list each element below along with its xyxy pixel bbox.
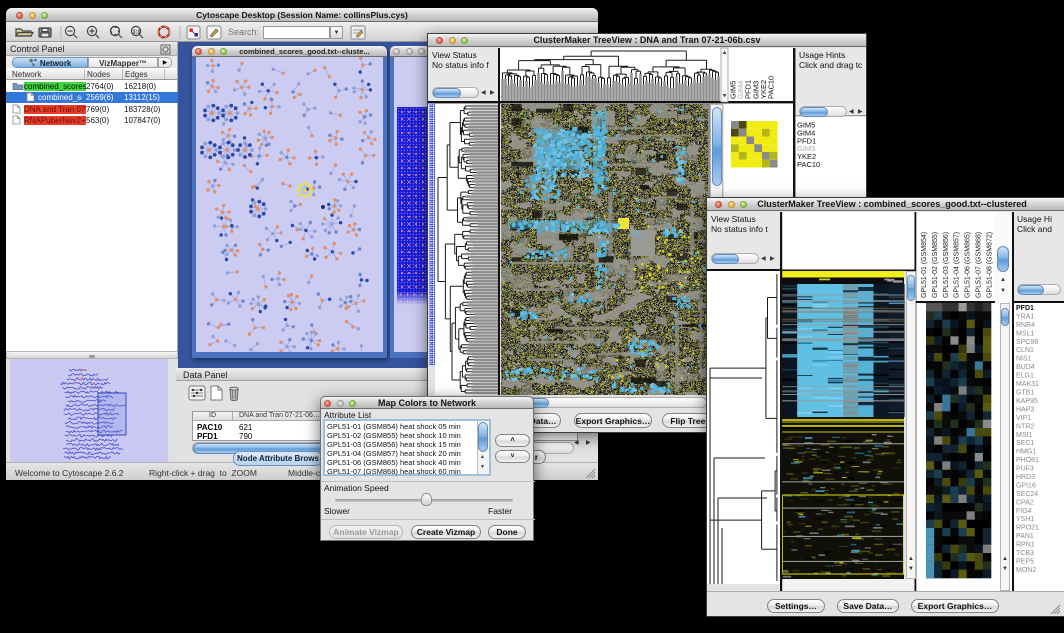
svg-text:GPL51-08 (GSM872): GPL51-08 (GSM872) [986, 232, 993, 298]
svg-text:YSH1: YSH1 [1016, 516, 1034, 523]
svg-text:SPC98: SPC98 [1016, 339, 1038, 346]
svg-text:PEP5: PEP5 [1016, 559, 1034, 566]
svg-text:MSL1: MSL1 [1016, 330, 1034, 337]
svg-text:GTB1: GTB1 [1016, 390, 1034, 397]
svg-text:NTR2: NTR2 [1016, 423, 1034, 430]
svg-text:MSI1: MSI1 [1016, 432, 1032, 439]
svg-text:PFD1: PFD1 [1016, 305, 1034, 312]
svg-text:CPA2: CPA2 [1016, 499, 1034, 506]
svg-text:GPL51-07 (GSM868): GPL51-07 (GSM868) [976, 232, 983, 298]
svg-text:KAP95: KAP95 [1016, 398, 1038, 405]
svg-text:ELG1: ELG1 [1016, 373, 1034, 380]
svg-text:GPL51-02 (GSM855): GPL51-02 (GSM855) [932, 232, 939, 298]
svg-text:GPL51-01 (GSM854): GPL51-01 (GSM854) [921, 232, 928, 298]
svg-text:HAP3: HAP3 [1016, 406, 1034, 413]
svg-text:RNR4: RNR4 [1016, 322, 1035, 329]
svg-text:1:1: 1:1 [133, 30, 141, 36]
svg-text:SEC1: SEC1 [1016, 440, 1034, 447]
svg-text:SEC24: SEC24 [1016, 491, 1038, 498]
svg-text:PAC10: PAC10 [797, 160, 820, 169]
svg-text:YRA1: YRA1 [1016, 314, 1034, 321]
svg-text:CLN1: CLN1 [1016, 347, 1034, 354]
svg-text:NIS1: NIS1 [1016, 356, 1032, 363]
svg-text:GPI16: GPI16 [1016, 482, 1036, 489]
svg-text:MAK31: MAK31 [1016, 381, 1039, 388]
svg-text:BUD4: BUD4 [1016, 364, 1035, 371]
svg-text:RPO21: RPO21 [1016, 525, 1039, 532]
svg-text:VIP1: VIP1 [1016, 415, 1031, 422]
svg-text:TCB3: TCB3 [1016, 550, 1034, 557]
svg-text:PHO81: PHO81 [1016, 457, 1039, 464]
svg-text:MON2: MON2 [1016, 567, 1036, 574]
svg-text:PAN1: PAN1 [1016, 533, 1034, 540]
svg-text:HMG1: HMG1 [1016, 449, 1036, 456]
svg-text:HRD3: HRD3 [1016, 474, 1035, 481]
svg-text:PAC10: PAC10 [767, 76, 776, 99]
svg-text:GPL51-06 (GSM865): GPL51-06 (GSM865) [965, 232, 972, 298]
svg-text:GPL51-04 (GSM857): GPL51-04 (GSM857) [954, 232, 961, 298]
svg-text:PUF3: PUF3 [1016, 466, 1034, 473]
svg-text:FIG4: FIG4 [1016, 508, 1032, 515]
svg-text:GPL51-03 (GSM856): GPL51-03 (GSM856) [943, 232, 950, 298]
svg-text:RPN1: RPN1 [1016, 542, 1035, 549]
